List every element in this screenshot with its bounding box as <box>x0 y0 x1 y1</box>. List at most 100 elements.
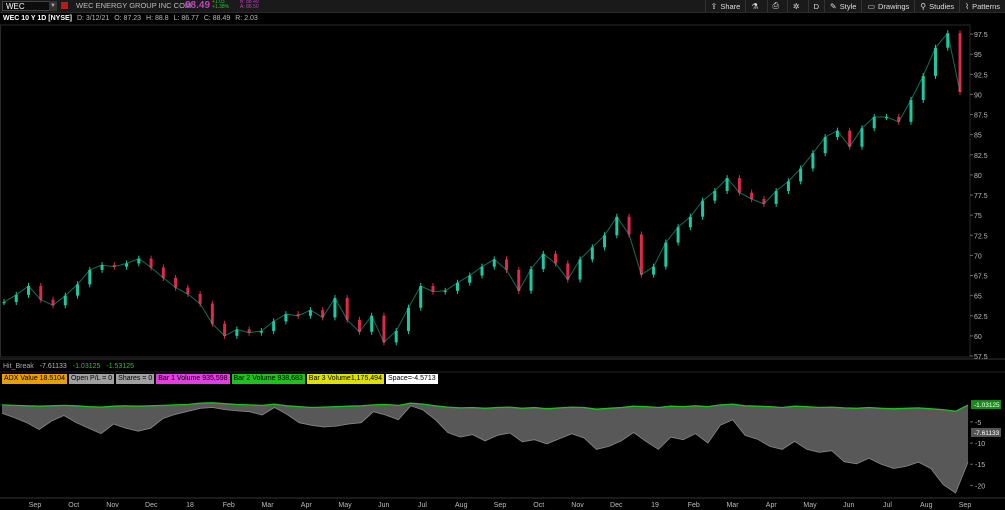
price-tick-label: 92.5 <box>974 72 988 79</box>
info-low: L: 86.77 <box>173 15 199 22</box>
price-tick-label: 70 <box>974 253 982 260</box>
candle <box>272 321 276 332</box>
candle <box>590 247 594 260</box>
candle <box>517 269 521 291</box>
candle <box>786 181 790 191</box>
price-tick-label: 80 <box>974 173 982 180</box>
time-tick-label: Apr <box>301 502 313 509</box>
study-badge: Open P/L = 0 <box>68 374 115 384</box>
time-tick-label: May <box>803 502 817 509</box>
info-close: C: 88.49 <box>203 15 231 22</box>
candle <box>799 168 803 182</box>
price-tick-label: 95 <box>974 52 982 59</box>
study-badge: Space=-4.5713 <box>385 374 438 384</box>
study-badge: Bar 3 Volume1,175,494 <box>306 374 384 384</box>
candle <box>933 47 937 76</box>
study-badge: Bar 2 Volume 938,683 <box>231 374 305 384</box>
info-open: O: 87.23 <box>114 15 142 22</box>
candle <box>701 200 705 217</box>
candle <box>615 216 619 236</box>
candle <box>664 242 668 267</box>
candle <box>774 191 778 204</box>
price-tick-label: 77.5 <box>974 193 988 200</box>
candle <box>958 33 962 92</box>
candle <box>860 128 864 147</box>
study-value-1: -7.61133 <box>39 363 67 370</box>
info-high: H: 88.8 <box>146 15 169 22</box>
time-tick-label: Sep <box>29 502 42 509</box>
candle <box>505 259 509 270</box>
time-tick-label: May <box>338 502 352 509</box>
price-tick-label: 90 <box>974 92 982 99</box>
info-range: R: 2.03 <box>235 15 258 22</box>
candle <box>394 331 398 343</box>
chart-symbol: WEC 10 Y 1D [NYSE] <box>3 15 72 22</box>
candle <box>811 153 815 169</box>
price-tick-label: 65 <box>974 294 982 301</box>
study-badge: Bar 1 Volume 935,598 <box>156 374 230 384</box>
study-badge: ADX Value 18.5104 <box>2 374 67 384</box>
price-tick-label: 87.5 <box>974 113 988 120</box>
candle <box>210 303 214 324</box>
candle <box>529 269 533 291</box>
candle <box>382 315 386 343</box>
time-tick-label: Dec <box>610 502 623 509</box>
study-value-tag-label: -7.61133 <box>974 430 1000 437</box>
candle <box>2 302 6 304</box>
price-tick-label: 57.5 <box>974 354 988 361</box>
study-value-3: -1.53125 <box>106 363 134 370</box>
candle <box>161 267 165 278</box>
price-tick-label: 85 <box>974 133 982 140</box>
candle <box>603 235 607 248</box>
study-tick-label: -20 <box>975 483 985 490</box>
candle <box>419 285 423 308</box>
study-badges: ADX Value 18.5104 Open P/L = 0 Shares = 0B… <box>2 374 438 386</box>
time-tick-label: Aug <box>455 502 468 509</box>
candle <box>333 298 337 318</box>
price-tick-label: 75 <box>974 213 982 220</box>
study-value-tag-label: -1.03125 <box>974 402 1000 409</box>
time-tick-label: Nov <box>106 502 119 509</box>
candle <box>639 234 643 275</box>
candle <box>627 216 631 235</box>
time-tick-label: Mar <box>261 502 274 509</box>
study-value-2: -1.03125 <box>72 363 101 370</box>
candle <box>909 100 913 122</box>
time-tick-label: Oct <box>533 502 544 509</box>
hit-break-area <box>2 402 968 493</box>
time-tick-label: Feb <box>688 502 700 509</box>
candle <box>345 298 349 320</box>
time-tick-label: 19 <box>651 502 659 509</box>
time-tick-label: Dec <box>145 502 158 509</box>
time-tick-label: Sep <box>494 502 507 509</box>
candle <box>76 284 80 296</box>
time-tick-label: Jun <box>378 502 389 509</box>
time-tick-label: Feb <box>223 502 235 509</box>
price-tick-label: 72.5 <box>974 233 988 240</box>
time-tick-label: Sep <box>959 502 972 509</box>
price-tick-label: 62.5 <box>974 314 988 321</box>
candle <box>541 253 545 270</box>
price-tick-label: 82.5 <box>974 153 988 160</box>
candle <box>406 307 410 332</box>
bar-info: WEC 10 Y 1D [NYSE] D: 3/12/21 O: 87.23 H… <box>0 14 261 24</box>
candle <box>823 137 827 154</box>
candle <box>921 75 925 101</box>
candle <box>676 227 680 243</box>
candle <box>63 295 67 306</box>
candle <box>578 259 582 280</box>
study-label: Hit_Break -7.61133 -1.03125 -1.53125 <box>0 362 138 372</box>
study-name[interactable]: Hit_Break <box>0 363 34 370</box>
candle <box>88 269 92 285</box>
candle <box>39 285 43 300</box>
price-tick-label: 67.5 <box>974 274 988 281</box>
price-tick-label: 60 <box>974 334 982 341</box>
close-line <box>3 32 961 344</box>
price-chart[interactable]: 97.5 95 92.5 90 87.5 85 82.5 80 77.5 75 72.5 70 67.5… <box>0 0 1005 510</box>
candle <box>223 323 227 336</box>
time-tick-label: Jul <box>418 502 427 509</box>
info-date: D: 3/12/21 <box>76 15 110 22</box>
time-tick-label: Aug <box>920 502 933 509</box>
price-tick-label: 97.5 <box>974 32 988 39</box>
study-tick-label: -15 <box>975 462 985 469</box>
